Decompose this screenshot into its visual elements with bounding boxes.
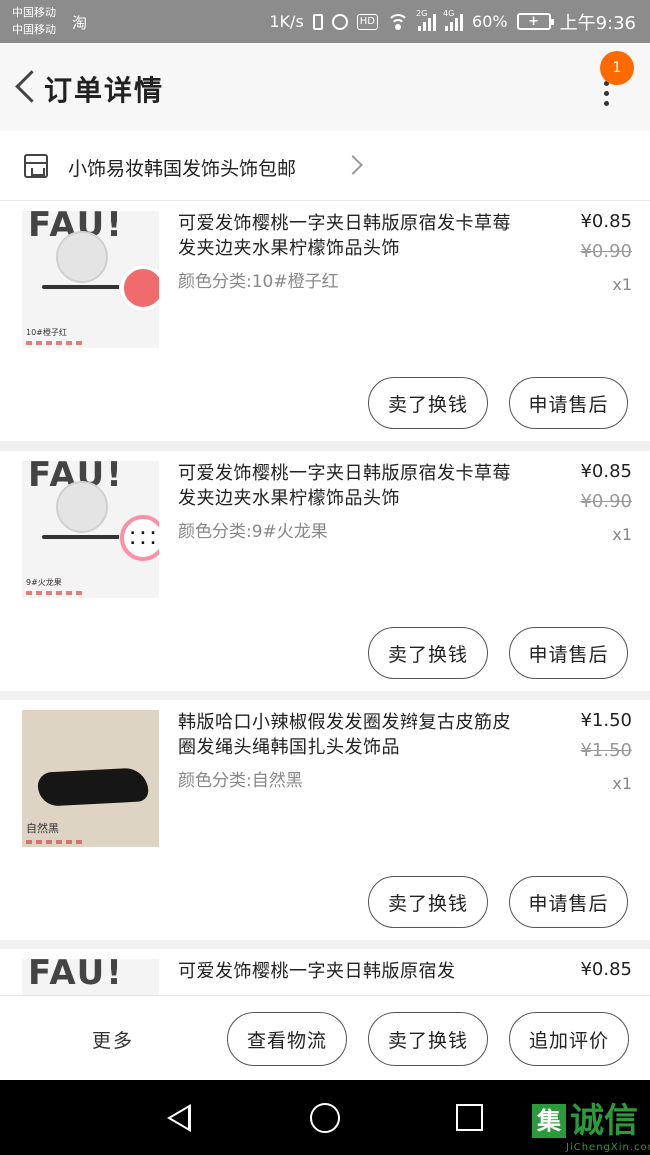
- thumb-grapefruit: [120, 265, 159, 311]
- thumb-tag: 自然黑: [26, 822, 59, 835]
- notification-badge[interactable]: 1: [600, 51, 634, 85]
- order-item[interactable]: FAU! 可爱发饰樱桃一字夹日韩版原宿发 ¥0.85: [0, 949, 650, 995]
- thumb-coin: [56, 481, 108, 533]
- network-speed: 1K/s: [269, 12, 304, 31]
- watermark-box: 集: [532, 1104, 566, 1138]
- add-review-button[interactable]: 追加评价: [509, 1012, 629, 1066]
- watermark-logo: 集诚信: [532, 1104, 638, 1138]
- product-title[interactable]: 可爱发饰樱桃一字夹日韩版原宿发卡草莓发夹边夹水果柠檬饰品头饰: [178, 211, 518, 261]
- product-original-price: ¥0.90: [580, 491, 632, 512]
- thumb-brand-text: FAU!: [28, 959, 124, 993]
- clock: 上午9:36: [559, 12, 636, 34]
- thumb-tag: 9#火龙果: [26, 578, 62, 587]
- nav-home-icon[interactable]: [310, 1103, 340, 1133]
- signal-4g-label: 4G: [443, 8, 455, 18]
- product-title[interactable]: 可爱发饰樱桃一字夹日韩版原宿发: [178, 959, 518, 984]
- battery-icon: +: [516, 13, 554, 30]
- order-item[interactable]: 自然黑 韩版哈口小辣椒假发发圈发辫复古皮筋皮圈发绳头绳韩国扎头发饰品 颜色分类:…: [0, 700, 650, 940]
- shop-row[interactable]: 小饰易妆韩国发饰头饰包邮: [0, 131, 650, 201]
- after-sale-button[interactable]: 申请售后: [509, 627, 628, 679]
- thumb-dragonfruit: [120, 515, 159, 561]
- product-title[interactable]: 可爱发饰樱桃一字夹日韩版原宿发卡草莓发夹边夹水果柠檬饰品头饰: [178, 461, 518, 511]
- product-variant: 颜色分类:9#火龙果: [178, 522, 328, 542]
- thumb-coin: [56, 231, 108, 283]
- thumb-hair-tie: [37, 767, 149, 807]
- carrier-labels: 中国移动 中国移动: [12, 4, 56, 38]
- watermark-domain: JiChengXin.com: [566, 1142, 650, 1153]
- signal-4g-icon: 4G: [443, 9, 464, 31]
- product-original-price: ¥0.90: [580, 241, 632, 262]
- taobao-notification-icon: 淘: [72, 14, 88, 32]
- product-thumbnail[interactable]: FAU! 9#火龙果: [22, 461, 159, 598]
- carrier-2: 中国移动: [12, 23, 56, 36]
- thumb-logo: [26, 840, 86, 844]
- store-icon: [24, 154, 48, 178]
- product-variant: 颜色分类:10#橙子红: [178, 272, 339, 292]
- nav-recents-icon[interactable]: [456, 1104, 483, 1131]
- product-quantity: x1: [612, 774, 632, 793]
- order-item[interactable]: FAU! 9#火龙果 可爱发饰樱桃一字夹日韩版原宿发卡草莓发夹边夹水果柠檬饰品头…: [0, 451, 650, 691]
- signal-2g-label: 2G: [416, 8, 428, 18]
- battery-percent: 60%: [472, 12, 508, 31]
- product-original-price: ¥1.50: [580, 740, 632, 761]
- product-quantity: x1: [612, 275, 632, 294]
- product-price: ¥0.85: [580, 211, 632, 232]
- status-icons: 1K/s HD 2G 4G 60% + 上午9:36: [269, 0, 636, 43]
- chevron-right-icon: [343, 155, 363, 175]
- sell-button[interactable]: 卖了换钱: [368, 876, 488, 928]
- more-actions-link[interactable]: 更多: [92, 1026, 134, 1053]
- order-item[interactable]: FAU! 10#橙子红 可爱发饰樱桃一字夹日韩版原宿发卡草莓发夹边夹水果柠檬饰品…: [0, 201, 650, 441]
- order-action-bar: 更多 查看物流 卖了换钱 追加评价: [0, 995, 650, 1080]
- view-logistics-button[interactable]: 查看物流: [227, 1012, 347, 1066]
- status-bar: 中国移动 中国移动 淘 1K/s HD 2G 4G 60% + 上午9:36: [0, 0, 650, 43]
- sell-button[interactable]: 卖了换钱: [368, 1012, 488, 1066]
- alarm-icon: [331, 13, 348, 30]
- product-price: ¥0.85: [580, 959, 632, 980]
- nav-back-icon[interactable]: [167, 1104, 191, 1132]
- hd-icon: HD: [356, 13, 379, 30]
- product-variant: 颜色分类:自然黑: [178, 771, 303, 791]
- product-quantity: x1: [612, 525, 632, 544]
- wifi-icon: [387, 13, 410, 30]
- after-sale-button[interactable]: 申请售后: [509, 876, 628, 928]
- product-price: ¥1.50: [580, 710, 632, 731]
- sell-button[interactable]: 卖了换钱: [368, 377, 488, 429]
- product-thumbnail[interactable]: 自然黑: [22, 710, 159, 847]
- vibrate-icon: [312, 13, 323, 30]
- after-sale-button[interactable]: 申请售后: [509, 377, 628, 429]
- product-thumbnail[interactable]: FAU!: [22, 959, 159, 995]
- back-arrow-icon[interactable]: [12, 67, 36, 105]
- page-title: 订单详情: [44, 74, 165, 107]
- watermark-brand: 诚信: [570, 1101, 638, 1141]
- thumb-logo: [26, 591, 86, 595]
- shop-name: 小饰易妆韩国发饰头饰包邮: [68, 158, 297, 180]
- sell-button[interactable]: 卖了换钱: [368, 627, 488, 679]
- product-thumbnail[interactable]: FAU! 10#橙子红: [22, 211, 159, 348]
- product-title[interactable]: 韩版哈口小辣椒假发发圈发辫复古皮筋皮圈发绳头绳韩国扎头发饰品: [178, 710, 518, 760]
- signal-2g-icon: 2G: [416, 9, 437, 31]
- more-menu-icon[interactable]: [598, 81, 614, 111]
- product-price: ¥0.85: [580, 461, 632, 482]
- thumb-tag: 10#橙子红: [26, 328, 67, 337]
- carrier-1: 中国移动: [12, 6, 56, 19]
- app-header: 订单详情 1: [0, 43, 650, 131]
- thumb-logo: [26, 341, 86, 345]
